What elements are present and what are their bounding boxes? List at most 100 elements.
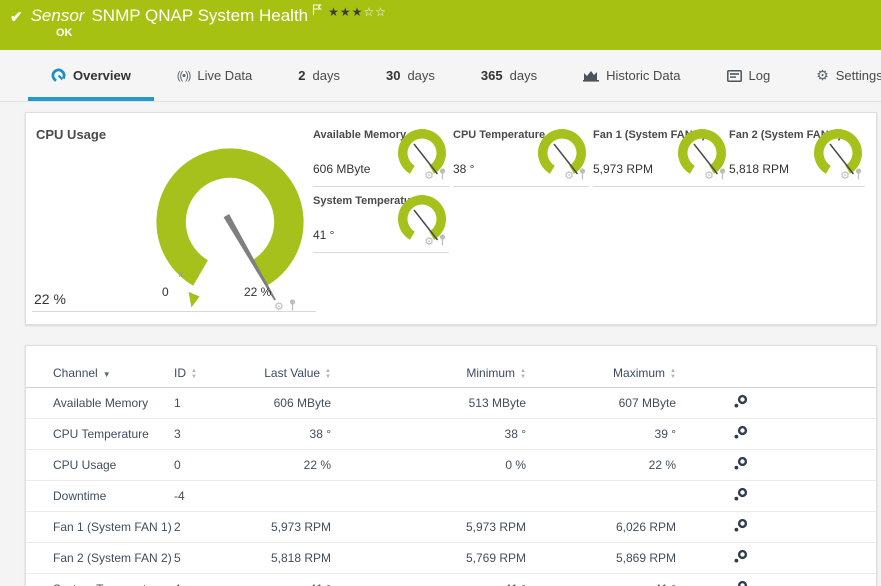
- gauge-pin-icon[interactable]: [718, 167, 727, 185]
- gauge-pin-icon[interactable]: [438, 167, 447, 185]
- gauge-value: 5,973 RPM: [593, 162, 654, 176]
- divider: [453, 186, 589, 187]
- sort-icon: ▲ ▼: [325, 367, 331, 380]
- channel-minimum: 38 °: [331, 418, 526, 450]
- tab-log[interactable]: Log: [704, 50, 794, 101]
- tab-label: days: [509, 68, 538, 83]
- sort-icon: ▲ ▼: [670, 367, 676, 380]
- primary-gauge-value: 22 %: [34, 291, 66, 307]
- gauge-pin-icon[interactable]: [438, 233, 447, 251]
- sensor-status-text: OK: [56, 27, 73, 39]
- column-header-id[interactable]: ID ▲ ▼: [174, 358, 234, 388]
- gauge-settings-gear-icon[interactable]: ⚙: [840, 170, 850, 182]
- column-header-last-value[interactable]: Last Value ▲ ▼: [234, 358, 331, 388]
- gauge-value: 5,818 RPM: [729, 162, 790, 176]
- channel-last-value: 38 °: [234, 418, 331, 450]
- channel-settings-icon[interactable]: [733, 580, 748, 586]
- column-label: Maximum: [613, 366, 666, 380]
- channel-id: 5: [174, 542, 234, 574]
- gear-icon: ⚙: [816, 67, 829, 83]
- channel-id: 3: [174, 418, 234, 450]
- column-header-actions: [676, 358, 754, 388]
- tab-historic-data[interactable]: Historic Data: [560, 50, 703, 101]
- channel-minimum: [331, 480, 526, 512]
- gauge-settings-gear-icon[interactable]: ⚙: [274, 301, 284, 313]
- sort-icon: ▲ ▼: [191, 367, 197, 380]
- channel-maximum: 607 MByte: [526, 387, 676, 419]
- tab-2-days[interactable]: 2 days: [275, 50, 363, 101]
- tab-label: Historic Data: [606, 68, 681, 83]
- channel-maximum: 41 °: [526, 573, 676, 586]
- channel-id: 2: [174, 511, 234, 543]
- column-label: ID: [174, 366, 186, 380]
- divider: [313, 252, 449, 253]
- divider: [729, 186, 865, 187]
- stars-filled[interactable]: ★★★: [328, 5, 363, 19]
- gauge-settings-gear-icon[interactable]: ⚙: [704, 170, 714, 182]
- table-row: Fan 2 (System FAN 2) 5 5,818 RPM 5,769 R…: [26, 542, 876, 574]
- column-filler: [754, 358, 876, 388]
- gauge-value: 41 °: [313, 228, 335, 242]
- gauge-value: 606 MByte: [313, 162, 371, 176]
- channel-last-value: 5,973 RPM: [234, 511, 331, 543]
- channel-id: -4: [174, 480, 234, 512]
- table-row: CPU Temperature 3 38 ° 38 ° 39 °: [26, 418, 876, 450]
- channel-name: Fan 2 (System FAN 2): [26, 542, 174, 574]
- channel-name: Downtime: [26, 480, 174, 512]
- gauge-scale-max: 22 %: [244, 285, 272, 299]
- gauge-settings-gear-icon[interactable]: ⚙: [564, 170, 574, 182]
- channel-settings-icon[interactable]: [733, 487, 748, 505]
- channel-name: System Temperature: [26, 573, 174, 586]
- gauge-cell-fan-1: Fan 1 (System FAN 1) 5,973 RPM ⚙: [593, 121, 729, 187]
- gauge-pin-icon[interactable]: [288, 298, 297, 316]
- gauge-title: Available Memory: [313, 129, 407, 141]
- gauge-icon: [51, 68, 66, 83]
- channel-maximum: 22 %: [526, 449, 676, 481]
- gauge-scale-min: 0: [162, 285, 169, 299]
- column-header-channel[interactable]: Channel ▼: [26, 358, 174, 388]
- channel-minimum: 513 MByte: [331, 387, 526, 419]
- channel-maximum: [526, 480, 676, 512]
- gauge-pin-icon[interactable]: [854, 167, 863, 185]
- column-header-minimum[interactable]: Minimum ▲ ▼: [331, 358, 526, 388]
- sensor-title: SNMP QNAP System Health: [91, 6, 309, 25]
- gauge-pin-icon[interactable]: [578, 167, 587, 185]
- channel-name: Available Memory: [26, 387, 174, 419]
- gauge-settings-gear-icon[interactable]: ⚙: [424, 170, 434, 182]
- gauge-cell-cpu-temperature: CPU Temperature 38 ° ⚙: [453, 121, 589, 187]
- channel-settings-icon[interactable]: [733, 518, 748, 536]
- chart-icon: [583, 69, 600, 82]
- gauge-start-marker: x: [178, 269, 183, 280]
- object-kind-label: Sensor: [30, 6, 85, 25]
- channel-minimum: 0 %: [331, 449, 526, 481]
- tab-settings[interactable]: ⚙ Settings: [793, 50, 881, 101]
- tab-365-days[interactable]: 365 days: [458, 50, 560, 101]
- gauge-cell-system-temperature: System Temperature 41 ° ⚙: [313, 187, 449, 253]
- tab-label: Settings: [835, 68, 881, 83]
- gauge-settings-gear-icon[interactable]: ⚙: [424, 236, 434, 248]
- tab-30-days[interactable]: 30 days: [363, 50, 458, 101]
- channel-settings-icon[interactable]: [733, 549, 748, 567]
- tab-live-data[interactable]: ((•)) Live Data: [154, 50, 275, 101]
- channel-maximum: 5,869 RPM: [526, 542, 676, 574]
- channel-table: Channel ▼ ID ▲ ▼ Last Value ▲ ▼ Minimum ▲ ▼ Max…: [26, 358, 876, 586]
- channel-settings-icon[interactable]: [733, 394, 748, 412]
- table-row: Available Memory 1 606 MByte 513 MByte 6…: [26, 387, 876, 419]
- channel-maximum: 39 °: [526, 418, 676, 450]
- divider: [593, 186, 729, 187]
- flag-icon[interactable]: [312, 3, 322, 21]
- channel-settings-icon[interactable]: [733, 425, 748, 443]
- gauges-panel: CPU Usage x 0 22 % 22 % ⚙ Available Memo…: [25, 112, 877, 325]
- tab-number: 365: [480, 68, 503, 83]
- column-header-maximum[interactable]: Maximum ▲ ▼: [526, 358, 676, 388]
- stars-empty[interactable]: ☆☆: [363, 5, 387, 19]
- channel-name: CPU Temperature: [26, 418, 174, 450]
- tab-label: Overview: [73, 68, 131, 83]
- priority-stars[interactable]: ★★★☆☆: [328, 5, 387, 19]
- channel-settings-icon[interactable]: [733, 456, 748, 474]
- primary-gauge-title: CPU Usage: [36, 127, 107, 142]
- tab-overview[interactable]: Overview: [28, 50, 154, 101]
- tab-bar: Overview ((•)) Live Data 2 days 30 days …: [0, 50, 881, 102]
- channel-maximum: 6,026 RPM: [526, 511, 676, 543]
- log-icon: [726, 69, 742, 82]
